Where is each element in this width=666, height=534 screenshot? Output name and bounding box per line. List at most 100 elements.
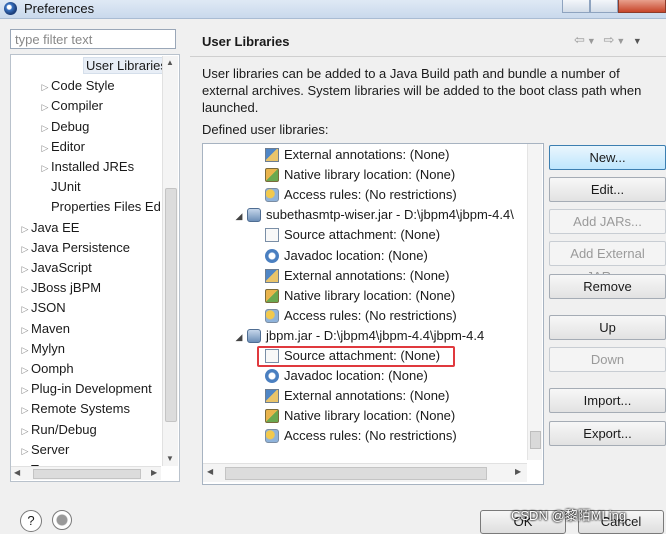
expand-arrow-icon[interactable]: ▷ xyxy=(39,119,51,137)
close-button[interactable] xyxy=(618,0,666,13)
import-button[interactable]: Import... xyxy=(549,388,666,413)
defined-libraries-label: Defined user libraries: xyxy=(202,122,329,137)
library-tree-row[interactable]: ◢ subethasmtp-wiser.jar - D:\jbpm4\jbpm-4… xyxy=(233,205,514,225)
expand-arrow-icon[interactable]: ▷ xyxy=(39,78,51,96)
collapse-arrow-icon[interactable]: ◢ xyxy=(233,206,245,226)
scroll-up-icon[interactable]: ▲ xyxy=(166,58,174,67)
back-dropdown-icon[interactable]: ▼ xyxy=(587,36,598,46)
library-tree-row[interactable]: Native library location: (None) xyxy=(265,406,455,426)
expand-arrow-icon[interactable]: ▷ xyxy=(19,401,31,419)
tree-item[interactable]: ▷ Java EE xyxy=(19,219,80,238)
tree-item[interactable]: ▷ JSON xyxy=(19,299,66,317)
expand-arrow-icon[interactable]: ▷ xyxy=(19,422,31,440)
up-button[interactable]: Up xyxy=(549,315,666,340)
library-tree-row[interactable]: Access rules: (No restrictions) xyxy=(265,185,457,205)
expand-arrow-icon[interactable]: ▷ xyxy=(19,220,31,238)
library-tree-row[interactable]: External annotations: (None) xyxy=(265,266,449,286)
scroll-right-icon[interactable]: ▶ xyxy=(151,468,157,477)
libraries-scroll-thumb[interactable] xyxy=(530,431,541,449)
help-icon[interactable]: ? xyxy=(20,510,42,532)
watermark: CSDN @黎陌MLing xyxy=(511,508,627,523)
tree-item[interactable]: ▷ Remote Systems xyxy=(19,400,130,418)
library-tree-row[interactable]: External annotations: (None) xyxy=(265,145,449,165)
tree-horizontal-scrollbar[interactable]: ◀ ▶ xyxy=(11,466,161,480)
tree-item-label: Remote Systems xyxy=(31,401,130,417)
tree-item[interactable]: ▷ Java Persistence xyxy=(19,239,130,257)
down-button[interactable]: Down xyxy=(549,347,666,372)
tree-item[interactable]: ▷ Run/Debug xyxy=(19,421,97,439)
tree-item[interactable]: ▷ Oomph xyxy=(19,360,74,378)
tree-item[interactable]: ▷ Code Style xyxy=(39,77,115,95)
library-tree-row[interactable]: Javadoc location: (None) xyxy=(265,366,428,386)
expand-arrow-icon[interactable]: ▷ xyxy=(19,300,31,318)
expand-arrow-icon[interactable]: ▷ xyxy=(39,98,51,116)
minimize-button[interactable] xyxy=(562,0,590,13)
expand-arrow-icon[interactable]: ▷ xyxy=(19,260,31,278)
back-arrow-icon[interactable]: ⇦ xyxy=(574,32,587,47)
library-tree-row[interactable]: ◢ jbpm.jar - D:\jbpm4\jbpm-4.4\jbpm-4.4 xyxy=(233,326,484,346)
expand-arrow-icon[interactable]: ▷ xyxy=(19,361,31,379)
forward-dropdown-icon[interactable]: ▼ xyxy=(616,36,627,46)
tree-item[interactable]: User Libraries xyxy=(71,57,170,75)
tree-item[interactable]: ▷ Maven xyxy=(19,320,71,339)
libraries-hscroll-thumb[interactable] xyxy=(225,467,487,480)
tree-item[interactable]: ▷ Debug xyxy=(39,118,90,137)
tree-item[interactable]: JUnit xyxy=(39,178,81,196)
tree-item-label: JUnit xyxy=(51,179,81,195)
view-menu-icon[interactable]: ▼ xyxy=(633,36,644,46)
library-tree-row[interactable]: Access rules: (No restrictions) xyxy=(265,426,457,446)
tree-item-label: Oomph xyxy=(31,361,74,376)
tree-item[interactable]: Properties Files Ed xyxy=(39,198,161,216)
tree-item[interactable]: ▷ JavaScript xyxy=(19,259,92,277)
library-tree-row[interactable]: Native library location: (None) xyxy=(265,165,455,185)
tree-item[interactable]: ▷ Editor xyxy=(39,138,85,156)
expand-arrow-icon[interactable]: ▷ xyxy=(19,381,31,399)
library-tree-row[interactable]: Source attachment: (None) xyxy=(265,225,440,245)
collapse-arrow-icon[interactable]: ◢ xyxy=(233,327,245,347)
library-tree-row[interactable]: Javadoc location: (None) xyxy=(265,246,428,266)
external-annotations-icon xyxy=(265,148,279,162)
tree-item-label: User Libraries xyxy=(83,57,170,74)
edit-button[interactable]: Edit... xyxy=(549,177,666,202)
scroll-left-icon[interactable]: ◀ xyxy=(207,467,213,476)
tree-item[interactable]: ▷ Installed JREs xyxy=(39,158,135,177)
tree-vertical-scrollbar[interactable]: ▲ ▼ xyxy=(162,56,178,466)
expand-arrow-icon[interactable]: ▷ xyxy=(39,139,51,157)
expand-arrow-icon[interactable]: ▷ xyxy=(19,240,31,258)
maximize-button[interactable] xyxy=(590,0,618,13)
expand-arrow-icon[interactable]: ▷ xyxy=(19,341,31,359)
library-tree-row[interactable]: Native library location: (None) xyxy=(265,286,455,306)
record-macro-icon[interactable] xyxy=(52,510,72,530)
library-tree-row[interactable]: Access rules: (No restrictions) xyxy=(265,306,457,326)
expand-arrow-icon[interactable]: ▷ xyxy=(19,321,31,339)
remove-button[interactable]: Remove xyxy=(549,274,666,299)
filter-input[interactable] xyxy=(10,29,176,49)
tree-item[interactable]: ▷ Plug-in Development xyxy=(19,380,152,398)
tree-scroll-thumb[interactable] xyxy=(165,188,177,422)
header-separator xyxy=(190,56,666,57)
scroll-left-icon[interactable]: ◀ xyxy=(14,468,20,477)
add-external-jars-button[interactable]: Add External JARs... xyxy=(549,241,666,284)
expand-arrow-icon[interactable]: ▷ xyxy=(19,280,31,298)
window-controls xyxy=(562,0,666,14)
scroll-down-icon[interactable]: ▼ xyxy=(166,454,174,463)
libraries-vertical-scrollbar[interactable] xyxy=(527,144,542,460)
tree-item[interactable]: ▷ Compiler xyxy=(39,97,103,115)
tree-item[interactable]: ▷ Server xyxy=(19,441,70,460)
scroll-right-icon[interactable]: ▶ xyxy=(515,467,521,476)
expand-arrow-icon[interactable]: ▷ xyxy=(19,442,31,460)
library-row-label: Javadoc location: (None) xyxy=(284,368,428,384)
tree-item-label: JSON xyxy=(31,300,66,316)
libraries-horizontal-scrollbar[interactable]: ◀ ▶ xyxy=(203,463,527,482)
library-row-label: Javadoc location: (None) xyxy=(284,247,428,263)
export-button[interactable]: Export... xyxy=(549,421,666,446)
tree-item[interactable]: ▷ JBoss jBPM xyxy=(19,279,102,298)
tree-item[interactable]: ▷ Mylyn xyxy=(19,340,65,358)
access-rules-icon xyxy=(265,188,279,203)
tree-hscroll-thumb[interactable] xyxy=(33,469,141,479)
new-button[interactable]: New... xyxy=(549,145,666,170)
add-jars-button[interactable]: Add JARs... xyxy=(549,209,666,234)
library-tree-row[interactable]: External annotations: (None) xyxy=(265,386,449,406)
forward-arrow-icon[interactable]: ⇨ xyxy=(603,32,616,47)
expand-arrow-icon[interactable]: ▷ xyxy=(39,159,51,177)
